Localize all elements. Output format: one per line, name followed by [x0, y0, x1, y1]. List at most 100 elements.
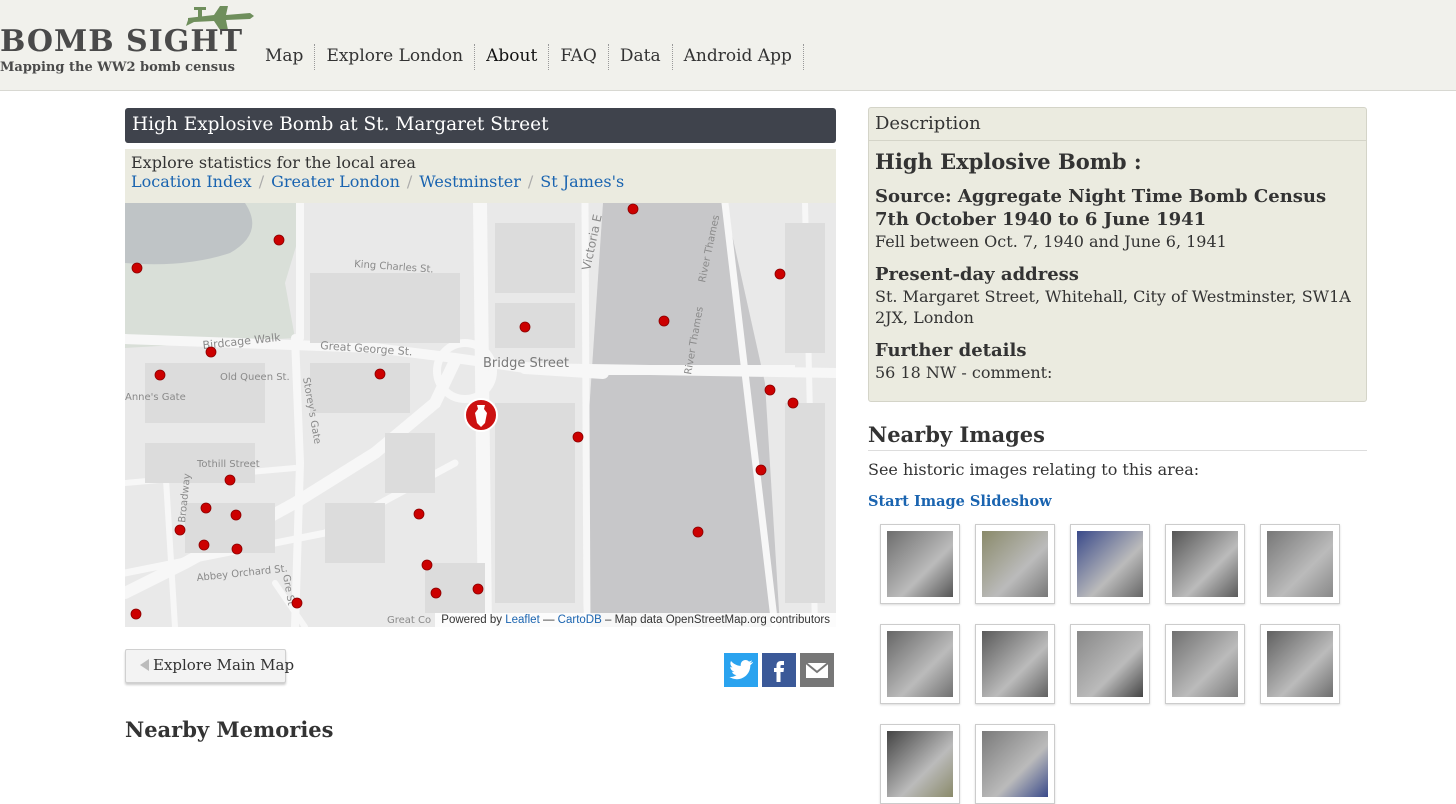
address-heading: Present-day address — [875, 263, 1079, 285]
nav-explore-london[interactable]: Explore London — [315, 44, 476, 70]
logo-title: BOMB SIGHT — [0, 24, 244, 59]
nearby-memories-heading: Nearby Memories — [125, 717, 334, 742]
historic-photo — [887, 631, 953, 697]
twitter-icon — [729, 660, 753, 680]
bomb-marker[interactable] — [273, 234, 285, 246]
image-thumbnail[interactable] — [1070, 624, 1150, 704]
start-slideshow-link[interactable]: Start Image Slideshow — [868, 493, 1052, 510]
attribution-powered-by: Powered by — [441, 614, 503, 626]
historic-photo — [1267, 531, 1333, 597]
bomb-map[interactable]: King Charles St. Birdcage Walk Great Geo… — [125, 203, 836, 627]
nav-about[interactable]: About — [475, 44, 550, 70]
facebook-share-button[interactable] — [762, 653, 796, 687]
image-thumbnail[interactable] — [880, 724, 960, 804]
map-tiles[interactable]: King Charles St. Birdcage Walk Great Geo… — [125, 203, 836, 627]
details-heading: Further details — [875, 339, 1027, 361]
breadcrumb: Location Index / Greater London / Westminste… — [131, 172, 830, 191]
explore-main-map-label: Explore Main Map — [153, 656, 295, 674]
bomb-type: High Explosive Bomb : — [875, 149, 1142, 174]
attribution-text: – Map data OpenStreetMap.org contributor… — [604, 614, 830, 626]
bomb-marker[interactable] — [421, 559, 433, 571]
nav-map[interactable]: Map — [254, 44, 316, 70]
image-thumbnail[interactable] — [975, 724, 1055, 804]
bomb-marker[interactable] — [224, 474, 236, 486]
attribution-dash: — — [542, 614, 555, 626]
breadcrumb-st-james[interactable]: St James's — [540, 172, 624, 191]
map-street-label: Old Queen St. — [220, 372, 290, 383]
image-thumbnail[interactable] — [1260, 524, 1340, 604]
email-share-button[interactable] — [800, 653, 834, 687]
explore-main-map-button[interactable]: Explore Main Map — [125, 649, 294, 683]
bomb-marker[interactable] — [291, 597, 303, 609]
bomb-marker[interactable] — [130, 608, 142, 620]
bomb-marker[interactable] — [755, 464, 767, 476]
map-street-label: Anne's Gate — [125, 392, 186, 403]
bomb-marker[interactable] — [430, 587, 442, 599]
image-thumbnail[interactable] — [1260, 624, 1340, 704]
bomb-marker[interactable] — [572, 431, 584, 443]
source-heading: Source: Aggregate Night Time Bomb Census… — [875, 186, 1327, 230]
bomb-marker[interactable] — [205, 346, 217, 358]
map-street-label: Bridge Street — [483, 356, 569, 371]
image-thumbnail[interactable] — [1165, 624, 1245, 704]
cartodb-link[interactable]: CartoDB — [558, 614, 602, 626]
bomb-marker[interactable] — [374, 368, 386, 380]
site-header: BOMB SIGHT Mapping the WW2 bomb census M… — [0, 0, 1456, 91]
email-icon — [805, 662, 829, 678]
historic-photo — [887, 731, 953, 797]
bomb-marker[interactable] — [131, 262, 143, 274]
nav-faq[interactable]: FAQ — [549, 44, 609, 70]
leaflet-link[interactable]: Leaflet — [505, 614, 540, 626]
area-label: Explore statistics for the local area — [131, 153, 416, 172]
local-area-box: Explore statistics for the local area Lo… — [125, 149, 836, 203]
bomb-marker[interactable] — [692, 526, 704, 538]
breadcrumb-westminster[interactable]: Westminster — [419, 172, 521, 191]
bomb-marker[interactable] — [774, 268, 786, 280]
bomb-marker[interactable] — [658, 315, 670, 327]
back-arrow-icon — [140, 659, 149, 671]
bomb-marker[interactable] — [198, 539, 210, 551]
bomb-marker[interactable] — [472, 583, 484, 595]
image-thumbnail[interactable] — [975, 624, 1055, 704]
historic-photo — [887, 531, 953, 597]
image-thumbnail[interactable] — [880, 624, 960, 704]
breadcrumb-separator: / — [258, 172, 265, 191]
historic-photo — [1172, 531, 1238, 597]
bomb-marker[interactable] — [231, 543, 243, 555]
bomb-marker[interactable] — [519, 321, 531, 333]
map-street-label: Tothill Street — [196, 459, 260, 470]
historic-photo — [1077, 531, 1143, 597]
nav-android-app[interactable]: Android App — [673, 44, 804, 70]
selected-bomb-marker[interactable] — [464, 398, 498, 432]
source-text: Fell between Oct. 7, 1940 and June 6, 19… — [875, 232, 1227, 251]
bomb-marker[interactable] — [154, 369, 166, 381]
nav-data[interactable]: Data — [609, 44, 673, 70]
nearby-images-heading: Nearby Images — [868, 422, 1367, 451]
bomb-marker[interactable] — [627, 203, 639, 215]
bomb-marker[interactable] — [174, 524, 186, 536]
bomb-marker[interactable] — [764, 384, 776, 396]
bomb-marker[interactable] — [230, 509, 242, 521]
image-thumbnail[interactable] — [975, 524, 1055, 604]
map-attribution: Powered by Leaflet — CartoDB – Map data … — [435, 613, 836, 627]
image-thumbnail[interactable] — [1070, 524, 1150, 604]
facebook-icon — [774, 661, 784, 682]
historic-photo — [982, 531, 1048, 597]
bomb-marker[interactable] — [200, 502, 212, 514]
breadcrumb-greater-london[interactable]: Greater London — [271, 172, 400, 191]
image-thumbnail[interactable] — [880, 524, 960, 604]
map-street-label: Great Co — [387, 615, 431, 626]
bomb-marker[interactable] — [413, 508, 425, 520]
main-nav: Map Explore London About FAQ Data Androi… — [254, 44, 804, 70]
breadcrumb-separator: / — [406, 172, 413, 191]
image-thumbnail[interactable] — [1165, 524, 1245, 604]
historic-photo — [982, 731, 1048, 797]
description-body: High Explosive Bomb : Source: Aggregate … — [869, 141, 1366, 401]
historic-photo — [982, 631, 1048, 697]
bomb-marker[interactable] — [787, 397, 799, 409]
site-logo[interactable]: BOMB SIGHT Mapping the WW2 bomb census — [0, 4, 260, 84]
breadcrumb-location-index[interactable]: Location Index — [131, 172, 252, 191]
twitter-share-button[interactable] — [724, 653, 758, 687]
logo-subtitle: Mapping the WW2 bomb census — [0, 60, 235, 75]
breadcrumb-separator: / — [527, 172, 534, 191]
